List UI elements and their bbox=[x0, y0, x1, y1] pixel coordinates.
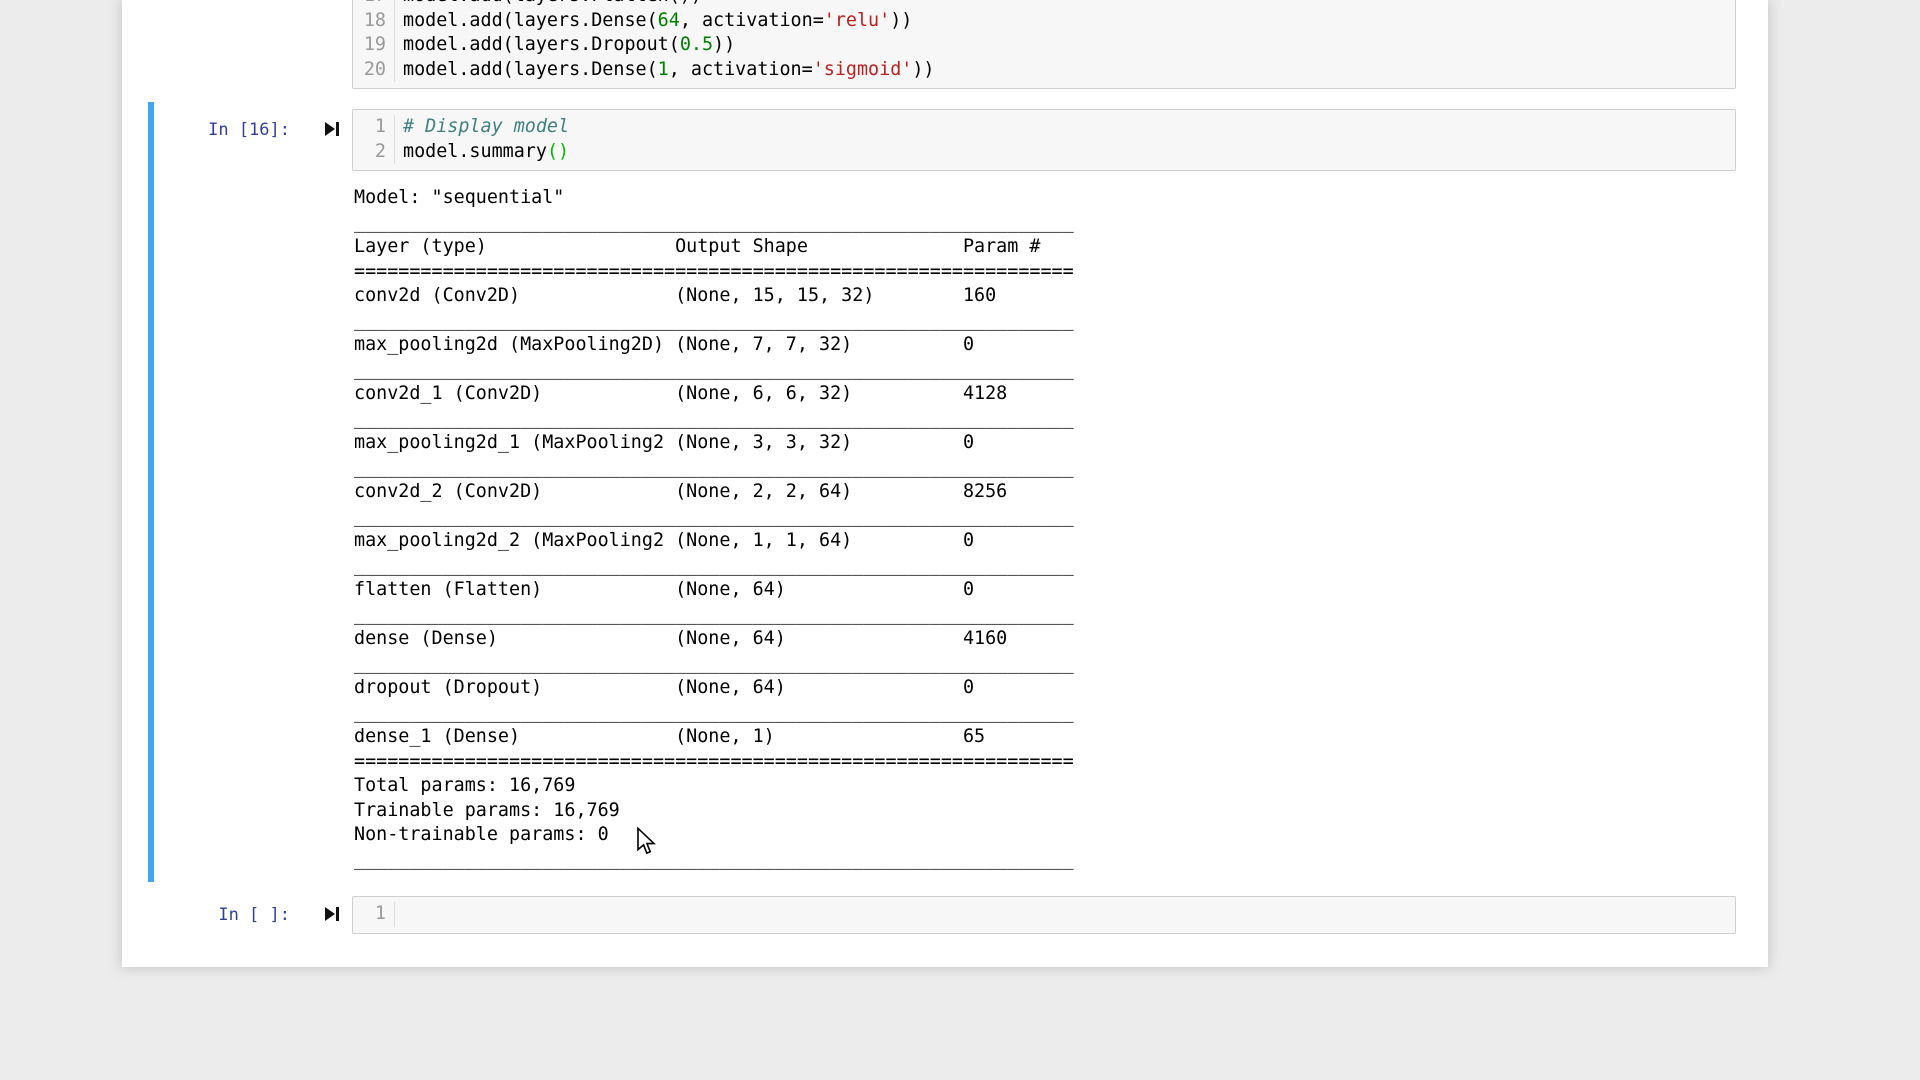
line-number: 2 bbox=[353, 140, 395, 165]
line-number: 18 bbox=[353, 9, 395, 34]
mouse-cursor bbox=[636, 827, 656, 860]
selected-cell-indicator bbox=[148, 102, 154, 882]
step-forward-icon bbox=[323, 120, 341, 138]
code-editor-previous-cell[interactable]: 17model.add(layers.Flatten())18model.add… bbox=[352, 0, 1736, 89]
input-prompt-empty: In [ ]: bbox=[122, 903, 290, 927]
code-line: 17model.add(layers.Flatten()) bbox=[353, 0, 1735, 9]
code-text: # Display model bbox=[395, 115, 569, 140]
run-cell-icon[interactable] bbox=[323, 905, 341, 923]
code-text: model.add(layers.Flatten()) bbox=[395, 0, 702, 9]
code-editor-empty-cell[interactable]: 1 bbox=[352, 896, 1736, 934]
notebook-container: 17model.add(layers.Flatten())18model.add… bbox=[122, 0, 1768, 967]
code-line: 1 bbox=[353, 902, 1735, 927]
line-number: 20 bbox=[353, 58, 395, 83]
code-line: 20model.add(layers.Dense(1, activation='… bbox=[353, 58, 1735, 83]
code-text bbox=[395, 902, 403, 927]
code-line: 2model.summary() bbox=[353, 140, 1735, 165]
run-cell-icon[interactable] bbox=[323, 120, 341, 138]
cell-output: Model: "sequential" ____________________… bbox=[354, 186, 1074, 872]
code-editor-cell-16[interactable]: 1# Display model2model.summary() bbox=[352, 109, 1736, 171]
line-number: 19 bbox=[353, 33, 395, 58]
code-text: model.add(layers.Dense(64, activation='r… bbox=[395, 9, 912, 34]
code-line: 18model.add(layers.Dense(64, activation=… bbox=[353, 9, 1735, 34]
code-text: model.add(layers.Dense(1, activation='si… bbox=[395, 58, 935, 83]
code-line: 19model.add(layers.Dropout(0.5)) bbox=[353, 33, 1735, 58]
input-prompt-16: In [16]: bbox=[122, 118, 290, 142]
code-text: model.add(layers.Dropout(0.5)) bbox=[395, 33, 735, 58]
page-background: 17model.add(layers.Flatten())18model.add… bbox=[0, 0, 1920, 1080]
line-number: 1 bbox=[353, 902, 395, 927]
line-number: 17 bbox=[353, 0, 395, 9]
code-line: 1# Display model bbox=[353, 115, 1735, 140]
line-number: 1 bbox=[353, 115, 395, 140]
code-text: model.summary() bbox=[395, 140, 569, 165]
step-forward-icon bbox=[323, 905, 341, 923]
